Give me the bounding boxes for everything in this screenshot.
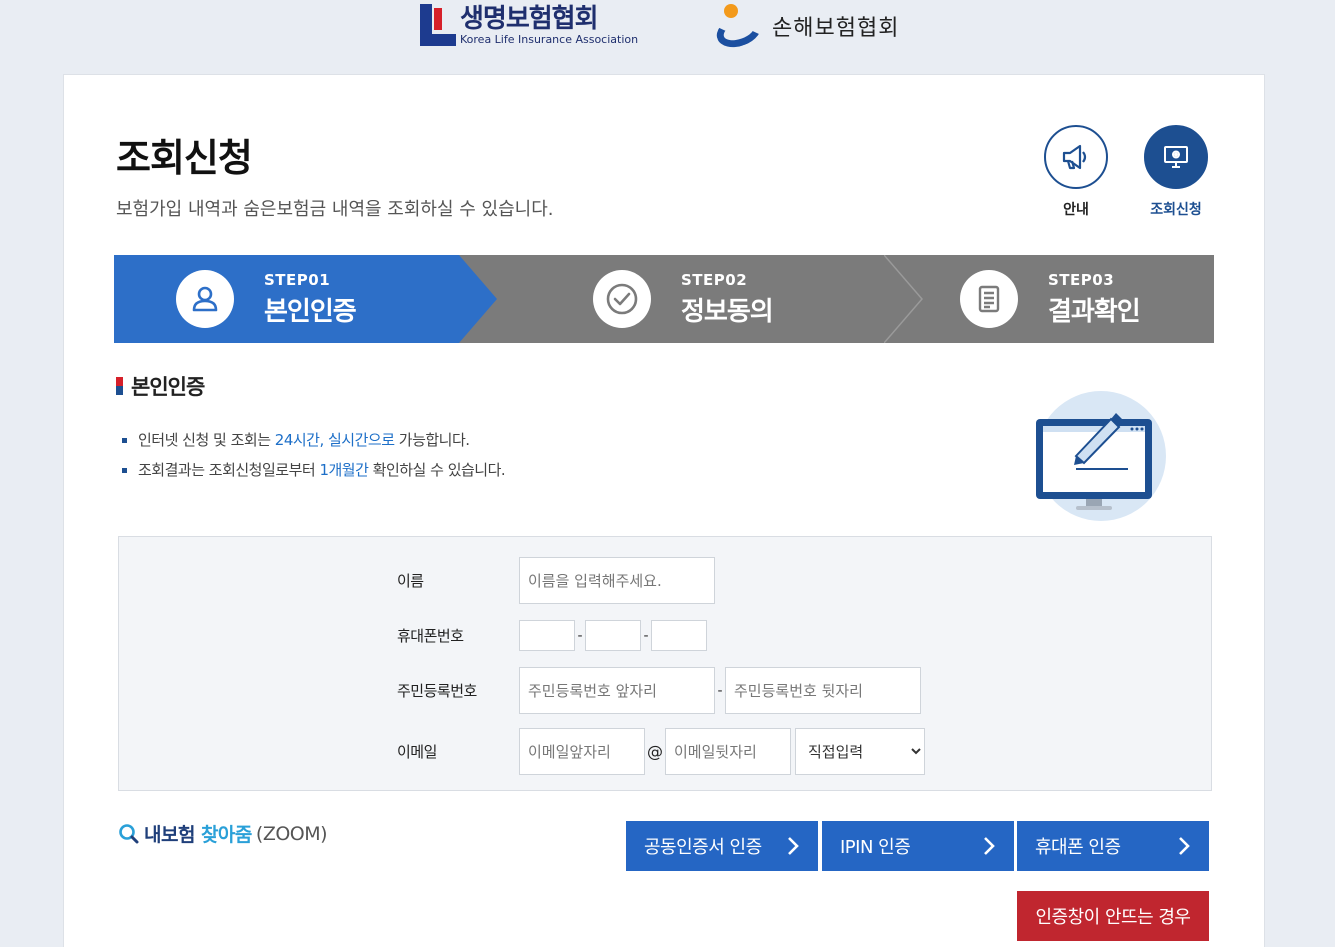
step-progress: STEP01 본인인증 STEP02 정보동의 STEP03 결과확인 [114, 255, 1214, 343]
ipin-auth-button[interactable]: IPIN 인증 [822, 821, 1014, 871]
email-row: 이메일 @ 직접입력 [397, 728, 925, 775]
step-result: STEP03 결과확인 [848, 255, 1214, 343]
phone-auth-label: 휴대폰 인증 [1035, 837, 1121, 858]
phone-separator: - [577, 627, 583, 644]
notice-list: 인터넷 신청 및 조회는 24시간, 실시간으로 가능합니다. 조회결과는 조회… [122, 425, 506, 485]
zoom-logo-my: 내보험 [144, 824, 195, 846]
name-row: 이름 [397, 557, 715, 604]
phone-separator: - [643, 627, 649, 644]
notice-text: 가능합니다. [394, 431, 470, 449]
phone-first-input[interactable] [519, 620, 575, 651]
chevron-right-icon [1179, 837, 1190, 855]
cert-auth-button[interactable]: 공동인증서 인증 [626, 821, 818, 871]
phone-middle-input[interactable] [585, 620, 641, 651]
zoom-logo-find: 찾아줌 [200, 824, 252, 846]
rrn-label: 주민등록번호 [397, 682, 477, 700]
step-consent: STEP02 정보동의 [481, 255, 848, 343]
email-domain-select[interactable]: 직접입력 [795, 728, 925, 775]
user-icon [192, 286, 218, 312]
step-number: STEP03 [1048, 270, 1115, 289]
page-description: 보험가입 내역과 숨은보험금 내역을 조회하실 수 있습니다. [116, 199, 554, 220]
chevron-right-icon [788, 837, 799, 855]
notice-text: 조회결과는 조회신청일로부터 [138, 461, 320, 479]
cert-auth-label: 공동인증서 인증 [644, 837, 762, 858]
notice-highlight: 24시간, 실시간으로 [274, 431, 395, 449]
notice-item: 조회결과는 조회신청일로부터 1개월간 확인하실 수 있습니다. [122, 455, 506, 485]
page-title: 조회신청 [116, 136, 253, 180]
guide-button-label: 안내 [1063, 202, 1089, 218]
rrn-row: 주민등록번호 - [397, 667, 921, 714]
document-icon [978, 285, 1000, 313]
step-number: STEP02 [681, 270, 748, 289]
step-name: 정보동의 [681, 296, 774, 327]
email-at-sign: @ [647, 742, 663, 761]
chevron-right-icon [984, 837, 995, 855]
monitor-settings-icon [1164, 146, 1188, 168]
identity-form: 이름 휴대폰번호 - - 주민등록번호 - 이메일 @ 직접입력 [118, 536, 1212, 791]
section-marker [116, 377, 123, 395]
klia-logo-korean: 생명보험협회 [460, 4, 599, 34]
zoom-logo-paren: (ZOOM) [255, 822, 328, 845]
klia-logo-english: Korea Life Insurance Association [460, 33, 639, 46]
email-label: 이메일 [397, 743, 437, 761]
check-circle-icon [606, 283, 638, 315]
gia-logo-mark [712, 4, 766, 53]
apply-button[interactable]: 조회신청 [1144, 125, 1208, 219]
rrn-front-input[interactable] [519, 667, 715, 714]
phone-row: 휴대폰번호 - - [397, 620, 707, 651]
monitor-illustration [1036, 391, 1166, 521]
zoom-logo[interactable]: 내보험 찾아줌 (ZOOM) [118, 820, 328, 847]
notice-text: 확인하실 수 있습니다. [368, 461, 506, 479]
notice-item: 인터넷 신청 및 조회는 24시간, 실시간으로 가능합니다. [122, 425, 505, 455]
phone-last-input[interactable] [651, 620, 707, 651]
step-identity: STEP01 본인인증 [114, 255, 497, 343]
klia-logo[interactable]: 생명보험협회 Korea Life Insurance Association [420, 4, 638, 46]
phone-label: 휴대폰번호 [397, 627, 464, 645]
search-icon [119, 823, 139, 843]
name-label: 이름 [397, 572, 424, 590]
notice-highlight: 1개월간 [319, 461, 369, 479]
apply-button-label: 조회신청 [1150, 202, 1202, 218]
step-number: STEP01 [264, 270, 331, 289]
klia-logo-mark [420, 4, 456, 46]
email-local-input[interactable] [519, 728, 645, 775]
phone-auth-button[interactable]: 휴대폰 인증 [1017, 821, 1209, 871]
rrn-back-input[interactable] [725, 667, 921, 714]
megaphone-icon [1062, 144, 1087, 170]
header-logos: 생명보험협회 Korea Life Insurance Association … [0, 0, 1335, 74]
guide-button[interactable]: 안내 [1044, 125, 1108, 219]
auth-popup-help-button[interactable]: 인증창이 안뜨는 경우 [1017, 891, 1209, 941]
step-name: 결과확인 [1048, 296, 1141, 327]
step-name: 본인인증 [264, 296, 357, 327]
rrn-separator: - [717, 682, 723, 699]
content-card: 조회신청 보험가입 내역과 숨은보험금 내역을 조회하실 수 있습니다. 안내 … [63, 74, 1265, 947]
gia-logo[interactable]: 손해보험협회 [712, 4, 900, 53]
notice-text: 인터넷 신청 및 조회는 [138, 431, 275, 449]
email-domain-input[interactable] [665, 728, 791, 775]
name-input[interactable] [519, 557, 715, 604]
ipin-auth-label: IPIN 인증 [840, 837, 911, 858]
section-title: 본인인증 [116, 371, 205, 401]
monitor-pen-icon [1036, 413, 1152, 510]
gia-logo-korean: 손해보험협회 [772, 16, 900, 41]
section-title-text: 본인인증 [131, 375, 205, 399]
